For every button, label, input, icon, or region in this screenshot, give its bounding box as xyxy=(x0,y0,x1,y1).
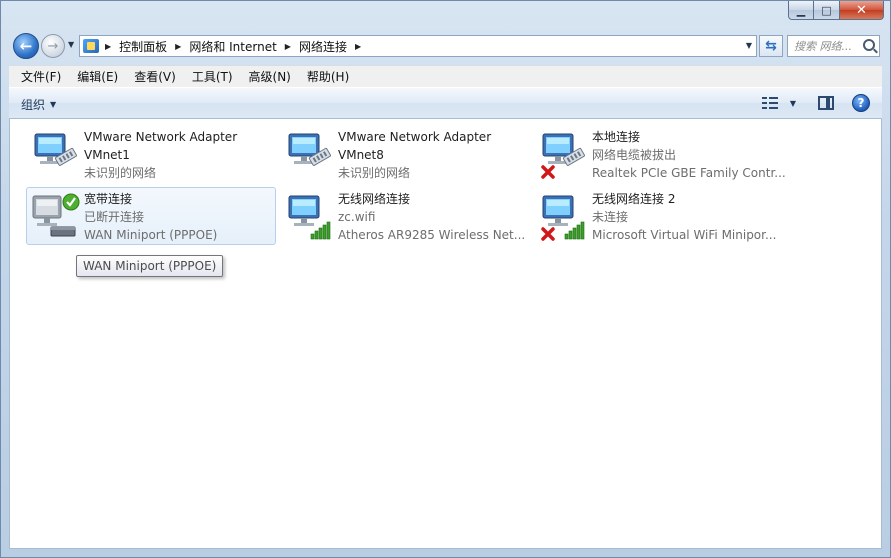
chevron-right-icon[interactable]: ▶ xyxy=(285,42,291,51)
connection-network: zc.wifi xyxy=(338,210,376,224)
wired-network-icon xyxy=(541,133,585,179)
back-arrow-icon[interactable]: ← xyxy=(13,33,39,59)
connections-list: VMware Network Adapter VMnet1 未识别的网络 VMw… xyxy=(9,119,882,549)
recent-pages-dropdown-icon[interactable]: ▼ xyxy=(68,40,74,49)
menu-edit[interactable]: 编辑(E) xyxy=(69,68,126,85)
navigation-bar: ← → ▼ ▶ 控制面板 ▶ 网络和 Internet ▶ 网络连接 ▶ ▼ ⇆… xyxy=(11,31,880,61)
refresh-button[interactable]: ⇆ xyxy=(759,35,783,57)
connection-status: 未识别的网络 xyxy=(84,166,157,180)
chevron-right-icon[interactable]: ▶ xyxy=(355,42,361,51)
connection-item-vmnet8[interactable]: VMware Network Adapter VMnet8 未识别的网络 xyxy=(280,125,530,183)
menu-tools[interactable]: 工具(T) xyxy=(184,68,241,85)
connection-name-2: VMnet8 xyxy=(338,148,384,162)
search-icon[interactable] xyxy=(863,39,875,51)
tooltip: WAN Miniport (PPPOE) xyxy=(76,255,224,277)
view-list-icon xyxy=(761,96,778,110)
chevron-down-icon[interactable]: ▼ xyxy=(790,99,796,108)
connection-item-vmnet1[interactable]: VMware Network Adapter VMnet1 未识别的网络 xyxy=(26,125,276,183)
preview-pane-button[interactable] xyxy=(818,96,834,110)
chevron-right-icon[interactable]: ▶ xyxy=(175,42,181,51)
connection-item-broadband[interactable]: 宽带连接 已断开连接 WAN Miniport (PPPOE) xyxy=(26,187,276,245)
connection-adapter: Atheros AR9285 Wireless Net... xyxy=(338,228,526,242)
connection-status: 网络电缆被拔出 xyxy=(592,148,677,162)
close-button[interactable]: ✕ xyxy=(840,1,884,20)
connection-name: 本地连接 xyxy=(592,130,641,144)
connection-name: VMware Network Adapter xyxy=(338,130,492,144)
disconnected-x-icon xyxy=(541,227,555,241)
wireless-network-icon xyxy=(541,195,585,241)
chevron-down-icon: ▼ xyxy=(50,100,57,109)
connection-status: 未连接 xyxy=(592,210,629,224)
connection-status: 已断开连接 xyxy=(84,210,145,224)
connection-status: 未识别的网络 xyxy=(338,166,411,180)
menu-bar: 文件(F) 编辑(E) 查看(V) 工具(T) 高级(N) 帮助(H) xyxy=(9,65,882,87)
wired-network-icon xyxy=(34,133,77,166)
connection-item-wireless[interactable]: 无线网络连接 zc.wifi Atheros AR9285 Wireless N… xyxy=(280,187,530,245)
change-view-button[interactable]: ▼ xyxy=(761,96,796,110)
broadband-icon xyxy=(32,193,80,237)
chevron-right-icon[interactable]: ▶ xyxy=(105,42,111,51)
disconnected-x-icon xyxy=(541,165,555,179)
command-bar: 组织 ▼ ▼ ? xyxy=(9,87,882,119)
refresh-icon: ⇆ xyxy=(765,38,777,54)
connection-name: 无线网络连接 2 xyxy=(592,192,676,206)
wireless-network-icon xyxy=(288,195,331,240)
connection-name: 宽带连接 xyxy=(84,192,133,206)
organize-label: 组织 xyxy=(21,98,46,112)
menu-view[interactable]: 查看(V) xyxy=(126,68,184,85)
connection-adapter: Microsoft Virtual WiFi Minipor... xyxy=(592,228,777,242)
menu-help[interactable]: 帮助(H) xyxy=(299,68,357,85)
breadcrumb-control-panel[interactable]: 控制面板 xyxy=(119,38,167,55)
address-bar[interactable]: ▶ 控制面板 ▶ 网络和 Internet ▶ 网络连接 ▶ ▼ xyxy=(79,35,757,57)
help-icon[interactable]: ? xyxy=(852,94,870,112)
maximize-button[interactable]: □ xyxy=(814,1,840,20)
address-history-dropdown-icon[interactable]: ▼ xyxy=(746,41,752,50)
menu-advanced[interactable]: 高级(N) xyxy=(241,68,299,85)
wired-network-icon xyxy=(288,133,331,166)
minimize-button[interactable]: ▁ xyxy=(788,1,814,20)
connection-name: 无线网络连接 xyxy=(338,192,411,206)
breadcrumb-network-connections[interactable]: 网络连接 xyxy=(299,38,347,55)
explorer-window: ▁ □ ✕ ← → ▼ ▶ 控制面板 ▶ 网络和 Internet ▶ 网络连接… xyxy=(0,0,891,558)
connection-adapter: WAN Miniport (PPPOE) xyxy=(84,228,218,242)
breadcrumb-network-internet[interactable]: 网络和 Internet xyxy=(189,38,276,55)
forward-arrow-icon[interactable]: → xyxy=(41,34,65,58)
search-placeholder: 搜索 网络... xyxy=(794,40,852,53)
connection-adapter: Realtek PCIe GBE Family Contr... xyxy=(592,166,786,180)
connection-item-wireless-2[interactable]: 无线网络连接 2 未连接 Microsoft Virtual WiFi Mini… xyxy=(534,187,784,245)
organize-button[interactable]: 组织 ▼ xyxy=(21,96,56,113)
search-input[interactable]: 搜索 网络... xyxy=(787,35,880,57)
caption-buttons: ▁ □ ✕ xyxy=(788,1,884,20)
connection-item-local[interactable]: 本地连接 网络电缆被拔出 Realtek PCIe GBE Family Con… xyxy=(534,125,786,183)
menu-file[interactable]: 文件(F) xyxy=(13,68,69,85)
connection-name-2: VMnet1 xyxy=(84,148,130,162)
control-panel-icon xyxy=(83,39,99,53)
connection-name: VMware Network Adapter xyxy=(84,130,238,144)
